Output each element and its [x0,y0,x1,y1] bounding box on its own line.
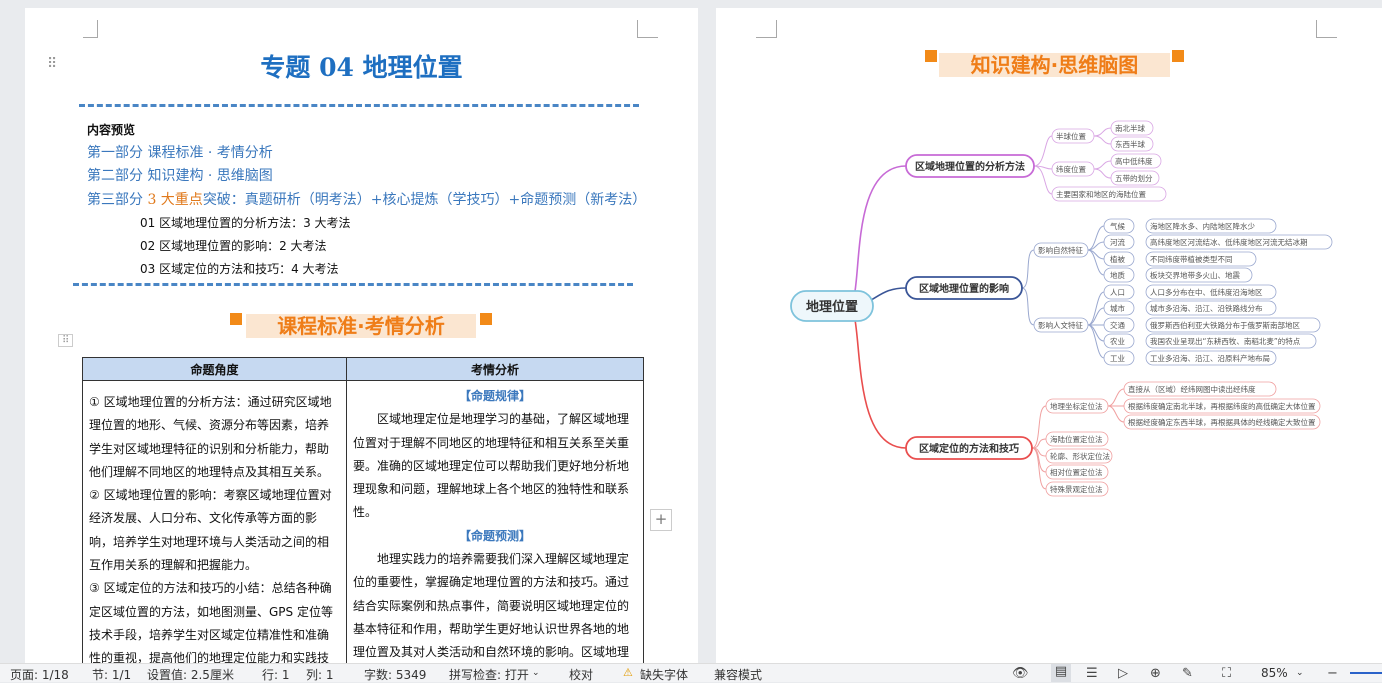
subitem: 03 区域定位的方法和技巧：4 大考法 [140,262,339,276]
status-bar: 页面: 1/18 节: 1/1 设置值: 2.5厘米 行: 1 列: 1 字数:… [0,663,1382,682]
node-label: 主要国家和地区的海陆位置 [1056,189,1146,199]
eye-icon[interactable]: 👁 [1012,666,1029,681]
node-label: 河流 [1110,237,1126,247]
mind-map: 地理位置 区域地理位置的分析方法 区域地理位置的影响 区域定位的方法和技巧 半球… [790,120,1333,497]
node-label: 高中低纬度 [1115,156,1153,166]
table-cell: 【命题规律】 区域地理定位是地理学习的基础，了解区域地理位置对于理解不同地区的地… [346,380,644,663]
table-cell: ① 区域地理位置的分析方法：通过研究区域地理位置的地形、气候、资源分布等因素，培… [82,380,347,663]
node-label: 人口多分布在中、低纬度沿海地区 [1150,287,1263,297]
branch-label: 区域定位的方法和技巧 [919,442,1019,455]
zoom-slider[interactable] [1350,672,1382,674]
node-label: 人口 [1110,288,1125,297]
document-page-1: ⠿ 专题 04 地理位置 内容预览 第一部分 课程标准 · 考情分析 第二部分 … [25,8,698,663]
zoom-level[interactable]: 85% [1261,666,1288,680]
page-indicator[interactable]: 页面: 1/18 [10,666,69,683]
word-count[interactable]: 字数: 5349 [364,666,426,683]
node-label: 地理坐标定位法 [1050,401,1103,411]
section-indicator[interactable]: 节: 1/1 [92,666,131,683]
proofread-button[interactable]: 校对 [569,666,593,683]
node-label: 地质 [1110,270,1126,280]
node-label: 根据经度确定东西半球，再根据具体的经线确定大致位置 [1128,417,1316,427]
node-label: 轮廓、形状定位法 [1050,451,1110,461]
node-label: 板块交界地带多火山、地震 [1150,270,1240,280]
analysis-table: 命题角度 考情分析 ① 区域地理位置的分析方法：通过研究区域地理位置的地形、气候… [82,357,644,663]
node-label: 特殊景观定位法 [1050,484,1103,494]
column-indicator: 列: 1 [306,668,334,682]
table-handle-icon[interactable]: ⠿ [58,334,74,347]
node-label: 五带的划分 [1115,173,1153,183]
cell-paragraph: 区域地理定位是地理学习的基础，了解区域地理位置对于理解不同地区的地理特征和相互关… [353,412,630,520]
margin-corner [637,20,658,38]
table-header: 命题角度 [82,357,347,381]
cell-paragraph: ① 区域地理位置的分析方法：通过研究区域地理位置的地形、气候、资源分布等因素，培… [89,395,332,479]
row-indicator: 行: 1 [262,668,290,682]
warning-icon: ⚠ [623,666,633,679]
subitem: 02 区域地理位置的影响：2 大考法 [140,239,327,253]
node-label: 纬度位置 [1056,164,1086,174]
document-title: 专题 04 地理位置 [260,53,463,82]
node-label: 工业多沿海、沿江、沿原料产地布局 [1150,353,1270,363]
node-label: 影响自然特征 [1038,245,1083,255]
subitem: 01 区域地理位置的分析方法：3 大考法 [140,216,351,230]
node-label: 东西半球 [1115,139,1145,149]
chevron-down-icon[interactable]: ⌄ [1296,668,1304,678]
chevron-down-icon[interactable]: ⌄ [532,668,540,678]
section-tag: 【命题规律】 [458,389,531,403]
divider [79,104,639,107]
node-label: 不同纬度带植被类型不同 [1150,254,1233,264]
part-1-line: 第一部分 课程标准 · 考情分析 [87,145,273,161]
node-label: 城市多沿海、沿江、沿铁路线分布 [1150,303,1263,313]
node-label: 植被 [1110,254,1126,264]
node-label: 海陆位置定位法 [1050,434,1103,444]
part-3-line: 第三部分 3 大重点突破：真题研析（明考法）+核心提炼（学技巧）+命题预测（新考… [87,192,647,208]
node-label: 半球位置 [1056,131,1086,141]
node-label: 高纬度地区河流结冰、低纬度地区河流无结冰期 [1150,237,1308,247]
cell-paragraph: ③ 区域定位的方法和技巧的小结：总结各种确定区域位置的方法，如地图测量、GPS … [89,581,333,663]
table-header: 考情分析 [346,357,644,381]
node-label: 南北半球 [1115,123,1145,133]
zoom-out-icon[interactable]: − [1327,666,1338,681]
play-icon[interactable]: ▷ [1118,666,1128,681]
node-label: 影响人文特征 [1038,320,1083,330]
node-label: 俄罗斯西伯利亚大铁路分布于俄罗斯南部地区 [1150,320,1300,330]
branch-label: 区域地理位置的分析方法 [915,160,1025,173]
node-label: 我国农业呈现出“东耕西牧、南稻北麦”的特点 [1150,336,1301,346]
branch-label: 区域地理位置的影响 [919,282,1009,295]
globe-icon[interactable]: ⊕ [1150,666,1161,681]
root-label: 地理位置 [806,299,858,315]
node-label: 城市 [1110,303,1126,313]
section-banner: 课程标准·考情分析 [230,310,492,340]
compat-mode-label: 兼容模式 [714,668,763,682]
section-tag: 【命题预测】 [458,528,531,543]
preview-heading: 内容预览 [87,123,136,137]
margin-corner [83,20,98,38]
divider [73,283,633,286]
node-label: 气候 [1110,221,1126,231]
outline-view-icon[interactable]: ☰ [1086,666,1098,681]
missing-font-button[interactable]: 缺失字体 [640,666,688,683]
node-label: 直接从（区域）经纬网图中读出经纬度 [1128,384,1256,394]
part-2-line: 第二部分 知识建构 · 思维脑图 [87,168,273,184]
document-page-2: 知识建构·思维脑图 地理位置 区域地理位置的分析方法 区域地理位置的影响 区域定… [716,8,1382,663]
margin-setting[interactable]: 设置值: 2.5厘米 [147,666,234,683]
pen-icon[interactable]: ✎ [1182,666,1193,681]
node-label: 相对位置定位法 [1050,467,1103,477]
fit-page-icon[interactable]: ⛶ [1222,666,1231,681]
cell-paragraph: ② 区域地理位置的影响：考察区域地理位置对经济发展、人口分布、文化传承等方面的影… [89,488,332,573]
node-label: 农业 [1110,336,1126,346]
node-label: 工业 [1110,353,1126,363]
node-label: 海地区降水多、内陆地区降水少 [1150,221,1255,231]
node-label: 交通 [1110,320,1126,330]
cell-paragraph: 地理实践力的培养需要我们深入理解区域地理定位的重要性，掌握确定地理位置的方法和技… [353,552,630,660]
page-view-icon[interactable]: ▤ [1051,664,1071,682]
add-row-button[interactable]: + [650,509,672,531]
node-label: 根据纬度确定南北半球，再根据纬度的高低确定大体位置 [1128,401,1316,411]
spell-check-toggle[interactable]: 拼写检查: 打开 [449,666,529,683]
